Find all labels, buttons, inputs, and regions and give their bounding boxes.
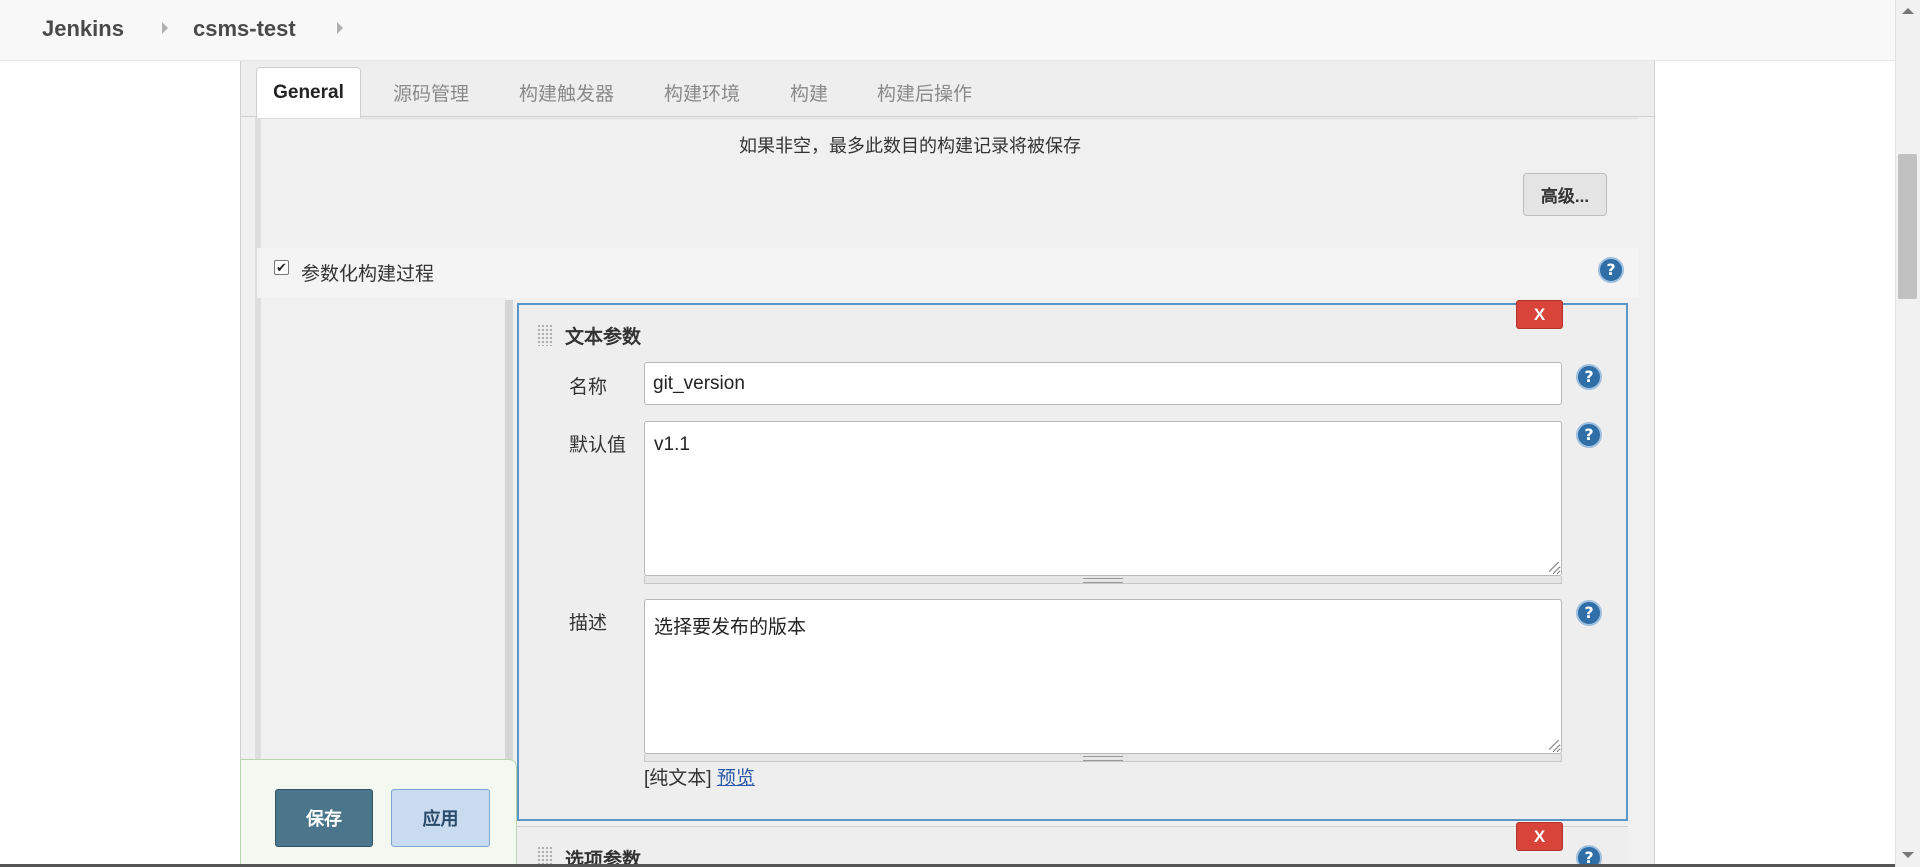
delete-parameter-button[interactable]: X [1516, 822, 1563, 851]
description-format: [纯文本] 预览 [644, 763, 755, 790]
scroll-up-icon[interactable] [1902, 8, 1914, 14]
build-record-note: 如果非空，最多此数目的构建记录将被保存 [739, 136, 1081, 156]
help-icon[interactable]: ? [1576, 364, 1602, 390]
textarea-resize-grip[interactable] [644, 576, 1562, 584]
default-value-label: 默认值 [569, 435, 627, 456]
save-button[interactable]: 保存 [275, 789, 373, 847]
resize-corner-icon[interactable] [1549, 740, 1559, 750]
plain-text-label: [纯文本] [644, 768, 712, 789]
parameterized-row [257, 248, 1639, 298]
breadcrumb-jenkins[interactable]: Jenkins [42, 16, 124, 42]
choice-parameter-block [517, 826, 1628, 867]
breadcrumb-chevron-icon[interactable] [162, 22, 168, 34]
section-rail [255, 118, 261, 867]
apply-button[interactable]: 应用 [391, 789, 490, 847]
name-label: 名称 [569, 377, 608, 398]
tab-post-build[interactable]: 构建后操作 [877, 79, 972, 106]
default-value-textarea[interactable]: v1.1 [644, 421, 1562, 576]
scroll-down-icon[interactable] [1902, 852, 1914, 858]
tab-general[interactable]: General [256, 67, 361, 118]
preview-link[interactable]: 预览 [717, 768, 755, 789]
help-icon[interactable]: ? [1576, 600, 1602, 626]
config-tabbar: General 源码管理 构建触发器 构建环境 构建 构建后操作 [241, 61, 1654, 118]
text-parameter-title: 文本参数 [565, 327, 642, 348]
description-textarea[interactable]: 选择要发布的版本 [644, 599, 1562, 754]
advanced-button[interactable]: 高级... [1523, 173, 1607, 216]
name-input[interactable] [644, 362, 1562, 405]
delete-parameter-button[interactable]: X [1516, 300, 1563, 329]
description-label: 描述 [569, 613, 608, 634]
tab-build[interactable]: 构建 [790, 79, 828, 106]
help-icon[interactable]: ? [1598, 257, 1624, 283]
drag-handle-icon[interactable] [537, 324, 553, 346]
parameterized-label: 参数化构建过程 [301, 264, 435, 285]
tab-source-control[interactable]: 源码管理 [393, 79, 469, 106]
tab-build-environment[interactable]: 构建环境 [664, 79, 740, 106]
breadcrumb-chevron-icon[interactable] [337, 22, 343, 34]
textarea-resize-grip[interactable] [644, 754, 1562, 762]
breadcrumb-job[interactable]: csms-test [193, 16, 296, 42]
resize-corner-icon[interactable] [1549, 562, 1559, 572]
scrollbar-thumb[interactable] [1898, 154, 1917, 299]
tab-build-triggers[interactable]: 构建触发器 [519, 79, 614, 106]
help-icon[interactable]: ? [1576, 422, 1602, 448]
page-scrollbar[interactable] [1895, 0, 1920, 867]
parameterized-checkbox[interactable]: ✔ [274, 260, 289, 275]
breadcrumb-bar: Jenkins csms-test [0, 0, 1895, 61]
